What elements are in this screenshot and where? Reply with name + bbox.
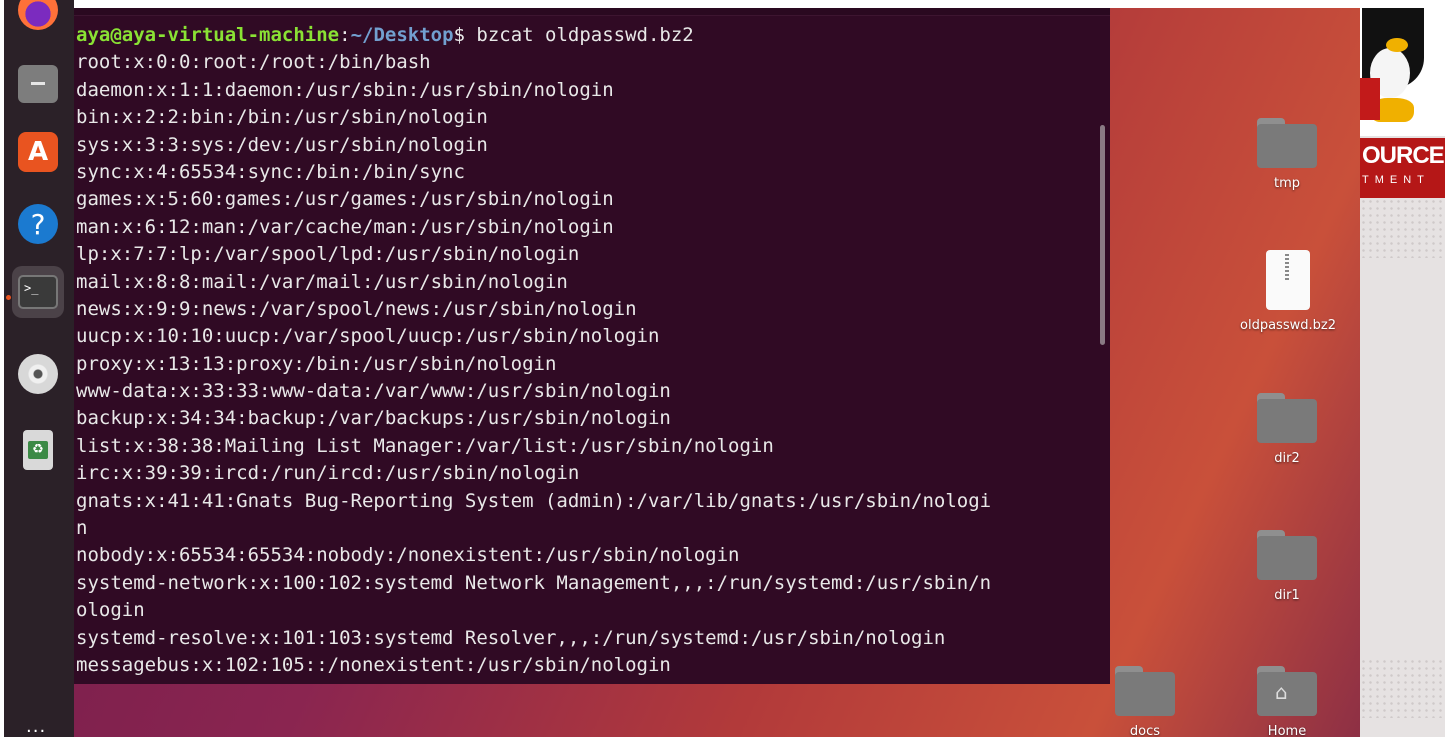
desktop-icon-tmp[interactable]: tmp <box>1242 118 1332 191</box>
output-line: nobody:x:65534:65534:nobody:/nonexistent… <box>76 544 740 567</box>
desktop-icon-home[interactable]: ⌂ Home <box>1242 666 1332 739</box>
output-line: bin:x:2:2:bin:/bin:/usr/sbin/nologin <box>76 106 488 129</box>
output-line: games:x:5:60:games:/usr/games:/usr/sbin/… <box>76 188 614 211</box>
dock-terminal[interactable]: >_ <box>12 266 64 318</box>
dock-firefox[interactable] <box>12 0 64 36</box>
frame-top <box>0 0 1445 8</box>
output-line: messagebus:x:102:105::/nonexistent:/usr/… <box>76 653 671 676</box>
trash-icon <box>23 430 53 470</box>
output-line: systemd-resolve:x:101:103:systemd Resolv… <box>76 626 946 649</box>
folder-icon <box>1257 118 1317 168</box>
source-banner: OURCE TMENT <box>1360 138 1445 198</box>
terminal-output: root:x:0:0:root:/root:/bin/bash daemon:x:… <box>76 49 1110 679</box>
terminal-titlebar-edge <box>74 8 1110 16</box>
banner-subword: TMENT <box>1362 174 1430 186</box>
desktop-icon-dir2[interactable]: dir2 <box>1242 393 1332 466</box>
penguin-image <box>1360 8 1445 136</box>
dock-app-center[interactable]: A <box>12 126 64 178</box>
terminal-scrollbar[interactable] <box>1100 125 1105 345</box>
desktop-icon-docs[interactable]: docs <box>1100 666 1190 739</box>
output-line: mail:x:8:8:mail:/var/mail:/usr/sbin/nolo… <box>76 270 568 293</box>
output-line: list:x:38:38:Mailing List Manager:/var/l… <box>76 434 774 457</box>
output-line: sync:x:4:65534:sync:/bin:/bin/sync <box>76 160 465 183</box>
output-line: news:x:9:9:news:/var/spool/news:/usr/sbi… <box>76 297 637 320</box>
output-line: systemd-network:x:100:102:systemd Networ… <box>76 571 992 594</box>
desktop-icon-oldpasswd[interactable]: oldpasswd.bz2 <box>1228 250 1348 333</box>
output-line: backup:x:34:34:backup:/var/backups:/usr/… <box>76 407 671 430</box>
home-folder-icon: ⌂ <box>1257 666 1317 716</box>
output-line: lp:x:7:7:lp:/var/spool/lpd:/usr/sbin/nol… <box>76 243 580 266</box>
folder-icon <box>1257 530 1317 580</box>
terminal-window[interactable]: aya@aya-virtual-machine:~/Desktop$ bzcat… <box>74 8 1110 684</box>
output-line: proxy:x:13:13:proxy:/bin:/usr/sbin/nolog… <box>76 352 557 375</box>
command-text: bzcat oldpasswd.bz2 <box>476 24 694 46</box>
dock: A ? >_ ··· <box>4 0 74 741</box>
output-line: daemon:x:1:1:daemon:/usr/sbin:/usr/sbin/… <box>76 78 614 101</box>
app-center-icon: A <box>18 132 58 172</box>
dock-disc[interactable] <box>12 348 64 400</box>
dock-trash[interactable] <box>12 424 64 476</box>
help-icon: ? <box>18 204 58 244</box>
output-line: n <box>76 517 88 540</box>
running-indicator <box>6 295 11 300</box>
firefox-icon <box>18 0 58 30</box>
prompt-end: $ <box>453 24 477 46</box>
prompt-line: aya@aya-virtual-machine:~/Desktop$ bzcat… <box>76 22 1110 49</box>
output-line: ologin <box>76 599 145 622</box>
folder-icon <box>1115 666 1175 716</box>
output-line: man:x:6:12:man:/var/cache/man:/usr/sbin/… <box>76 215 614 238</box>
dock-help[interactable]: ? <box>12 198 64 250</box>
frame-left <box>0 0 4 741</box>
desktop-icon-label: tmp <box>1273 176 1300 191</box>
output-line: www-data:x:33:33:www-data:/var/www:/usr/… <box>76 380 671 403</box>
output-line: root:x:0:0:root:/root:/bin/bash <box>76 51 431 74</box>
desktop-icon-label: oldpasswd.bz2 <box>1240 318 1336 333</box>
output-line: irc:x:39:39:ircd:/run/ircd:/usr/sbin/nol… <box>76 462 580 485</box>
side-image: OURCE TMENT <box>1360 8 1445 737</box>
terminal-icon: >_ <box>18 275 58 309</box>
prompt-separator: : <box>339 24 351 46</box>
frame-bottom <box>0 737 1445 741</box>
dock-files[interactable] <box>12 58 64 110</box>
archive-icon <box>1266 250 1310 310</box>
prompt-path: ~/Desktop <box>350 24 454 46</box>
output-line: sys:x:3:3:sys:/dev:/usr/sbin/nologin <box>76 133 488 156</box>
show-apps-button[interactable]: ··· <box>26 723 46 741</box>
folder-icon <box>1257 393 1317 443</box>
banner-word: OURCE <box>1362 142 1445 169</box>
prompt-user: aya@aya-virtual-machine <box>76 24 340 46</box>
desktop-icon-dir1[interactable]: dir1 <box>1242 530 1332 603</box>
dot-pattern <box>1360 198 1445 258</box>
files-icon <box>18 65 58 103</box>
disc-icon <box>18 354 58 394</box>
dot-pattern <box>1360 658 1445 718</box>
output-line: gnats:x:41:41:Gnats Bug-Reporting System… <box>76 489 992 512</box>
desktop-icon-label: dir1 <box>1274 588 1300 603</box>
output-line: uucp:x:10:10:uucp:/var/spool/uucp:/usr/s… <box>76 325 660 348</box>
desktop-icon-label: dir2 <box>1274 451 1300 466</box>
